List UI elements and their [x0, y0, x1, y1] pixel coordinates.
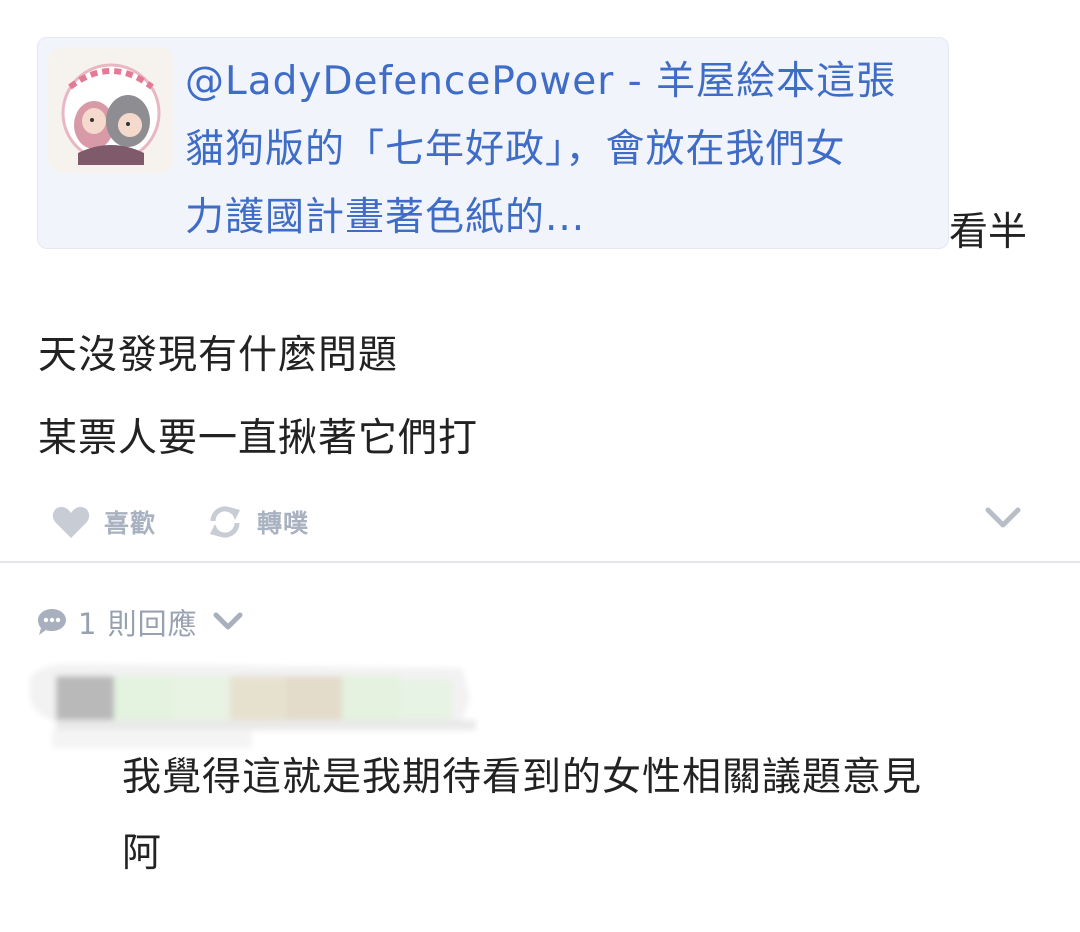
mention-line-2: 貓狗版的「七年好政」，會放在我們女	[185, 127, 846, 172]
chevron-down-icon	[213, 612, 243, 630]
mention-line-3: 力護國計畫著色紙的...	[185, 195, 586, 240]
post-text-line-1: 天沒發現有什麼問題	[38, 333, 399, 378]
repost-icon	[210, 506, 240, 538]
like-label: 喜歡	[104, 509, 157, 538]
mention-link[interactable]: @LadyDefencePower - 羊屋絵本這張 貓狗版的「七年好政」，會放…	[185, 48, 940, 252]
replies-toggle[interactable]: 1 則回應	[36, 600, 244, 644]
replies-count: 1 則回應	[78, 607, 198, 641]
more-options-button[interactable]	[984, 505, 1022, 535]
redacted-blur	[30, 663, 476, 748]
reply-text-line-1: 我覺得這就是我期待看到的女性相關議題意見	[122, 755, 923, 800]
divider	[0, 561, 1080, 563]
commenter-redacted	[22, 658, 482, 754]
speech-bubble-icon	[38, 609, 66, 635]
heart-icon	[52, 507, 90, 538]
repost-button[interactable]: 轉噗	[207, 500, 309, 544]
avatar-illustration-icon	[48, 47, 174, 173]
post-text-trailing: 看半	[949, 210, 1028, 255]
post-text-line-2: 某票人要一直揪著它們打	[38, 416, 479, 461]
repost-label: 轉噗	[257, 509, 310, 538]
mention-line-1: @LadyDefencePower - 羊屋絵本這張	[185, 59, 897, 104]
plurk-post-view: @LadyDefencePower - 羊屋絵本這張 貓狗版的「七年好政」，會放…	[0, 0, 1080, 932]
mention-avatar[interactable]	[48, 47, 174, 173]
like-button[interactable]: 喜歡	[52, 500, 156, 544]
chevron-down-icon	[985, 507, 1021, 528]
reply-text-line-2: 阿	[122, 831, 163, 876]
